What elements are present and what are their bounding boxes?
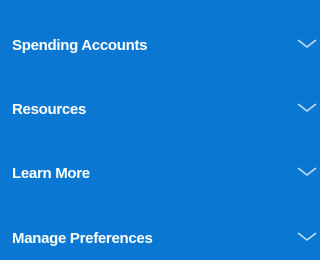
chevron-down-icon[interactable] xyxy=(297,230,318,244)
menu-item-resources[interactable]: Resources xyxy=(0,87,318,131)
chevron-down-icon[interactable] xyxy=(297,101,318,115)
chevron-down-icon[interactable] xyxy=(297,37,318,51)
menu-item-label: Learn More xyxy=(12,164,90,182)
menu-item-label: Spending Accounts xyxy=(12,36,148,54)
menu-item-learn-more[interactable]: Learn More xyxy=(0,151,318,195)
menu-item-label: Manage Preferences xyxy=(12,229,153,247)
menu-item-manage-preferences[interactable]: Manage Preferences xyxy=(0,216,318,260)
menu-item-label: Resources xyxy=(12,100,87,118)
accordion-menu: Spending Accounts Resources Learn More M… xyxy=(0,0,318,252)
chevron-down-icon[interactable] xyxy=(297,165,318,179)
menu-item-spending-accounts[interactable]: Spending Accounts xyxy=(0,23,318,67)
